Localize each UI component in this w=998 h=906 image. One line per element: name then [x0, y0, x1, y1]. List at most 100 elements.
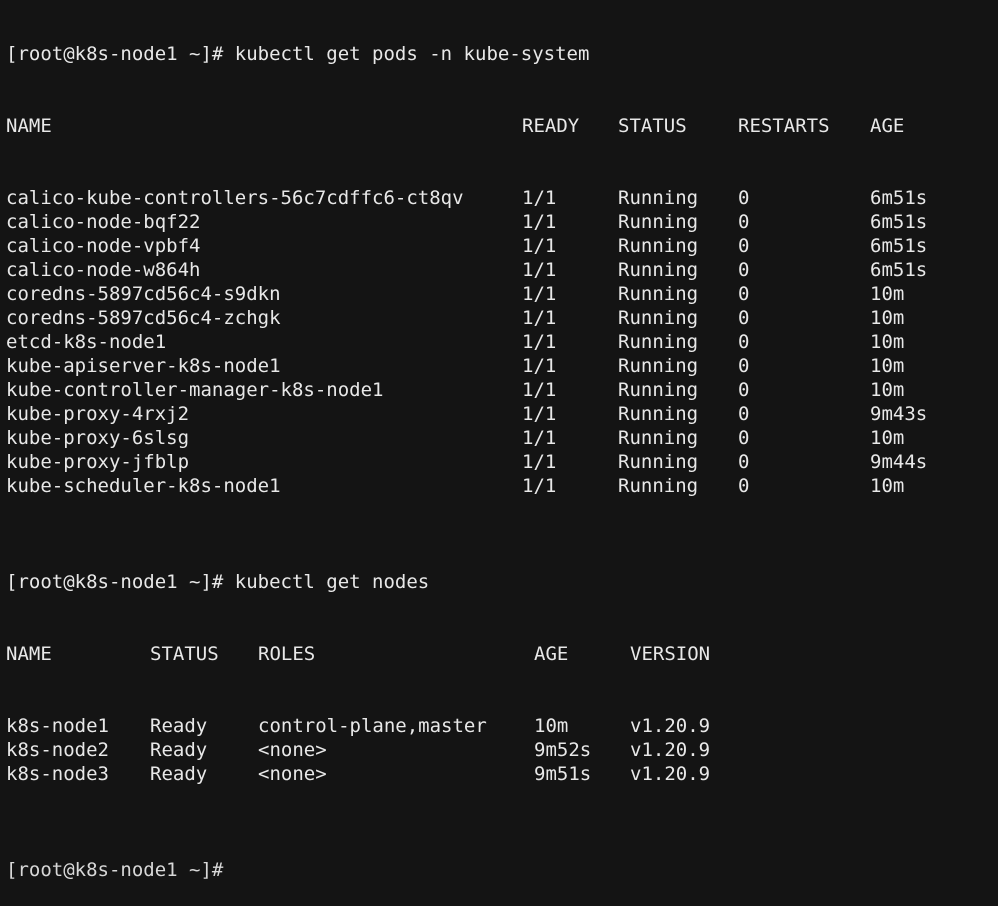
- col-header-name: NAME: [6, 115, 52, 137]
- pod-name: kube-proxy-4rxj2: [6, 403, 190, 425]
- pod-row: kube-proxy-6slsg 1/1 Running 0 10m: [6, 426, 996, 450]
- terminal[interactable]: [root@k8s-node1 ~]# kubectl get pods -n …: [6, 0, 996, 906]
- pod-name: etcd-k8s-node1: [6, 331, 167, 353]
- command-line-last: [root@k8s-node1 ~]#: [6, 858, 996, 882]
- pod-age: 9m44s: [870, 451, 928, 473]
- pod-restarts: 0: [738, 331, 750, 353]
- pod-ready: 1/1: [522, 379, 557, 401]
- pod-row: kube-proxy-4rxj2 1/1 Running 0 9m43s: [6, 402, 996, 426]
- pods-header-row: NAME READY STATUS RESTARTS AGE: [6, 114, 996, 138]
- pod-restarts: 0: [738, 211, 750, 233]
- pod-name: kube-controller-manager-k8s-node1: [6, 379, 384, 401]
- pod-status: Running: [618, 331, 699, 353]
- nodes-header-row: NAME STATUS ROLES AGE VERSION: [6, 642, 996, 666]
- pod-age: 10m: [870, 331, 905, 353]
- node-status: Ready: [150, 715, 208, 737]
- node-row: k8s-node2 Ready <none> 9m52s v1.20.9: [6, 738, 996, 762]
- pod-row: calico-node-bqf22 1/1 Running 0 6m51s: [6, 210, 996, 234]
- pod-restarts: 0: [738, 235, 750, 257]
- pod-row: calico-kube-controllers-56c7cdffc6-ct8qv…: [6, 186, 996, 210]
- pod-restarts: 0: [738, 355, 750, 377]
- pod-row: kube-scheduler-k8s-node1 1/1 Running 0 10m: [6, 474, 996, 498]
- pod-status: Running: [618, 427, 699, 449]
- pod-age: 6m51s: [870, 211, 928, 233]
- pod-row: calico-node-vpbf4 1/1 Running 0 6m51s: [6, 234, 996, 258]
- node-age: 9m52s: [534, 739, 592, 761]
- command-text: kubectl get nodes: [223, 571, 430, 593]
- pod-age: 6m51s: [870, 235, 928, 257]
- pod-age: 10m: [870, 355, 905, 377]
- node-status: Ready: [150, 763, 208, 785]
- pod-status: Running: [618, 379, 699, 401]
- pod-ready: 1/1: [522, 427, 557, 449]
- pod-ready: 1/1: [522, 475, 557, 497]
- pod-restarts: 0: [738, 451, 750, 473]
- col-header-status: STATUS: [150, 643, 219, 665]
- pod-row: kube-controller-manager-k8s-node1 1/1 Runn…: [6, 378, 996, 402]
- pod-age: 6m51s: [870, 259, 928, 281]
- pod-status: Running: [618, 475, 699, 497]
- shell-prompt: [root@k8s-node1 ~]#: [6, 859, 224, 881]
- pod-row: coredns-5897cd56c4-s9dkn 1/1 Running 0 10m: [6, 282, 996, 306]
- pod-restarts: 0: [738, 259, 750, 281]
- shell-prompt: [root@k8s-node1 ~]#: [6, 571, 224, 593]
- col-header-ready: READY: [522, 115, 580, 137]
- pod-status: Running: [618, 307, 699, 329]
- pod-ready: 1/1: [522, 283, 557, 305]
- pod-name: kube-apiserver-k8s-node1: [6, 355, 281, 377]
- pod-restarts: 0: [738, 187, 750, 209]
- pod-row: etcd-k8s-node1 1/1 Running 0 10m: [6, 330, 996, 354]
- node-age: 9m51s: [534, 763, 592, 785]
- pod-ready: 1/1: [522, 211, 557, 233]
- node-roles: control-plane,master: [258, 715, 487, 737]
- pod-row: kube-proxy-jfblp 1/1 Running 0 9m44s: [6, 450, 996, 474]
- pod-ready: 1/1: [522, 355, 557, 377]
- node-version: v1.20.9: [630, 739, 711, 761]
- col-header-age: AGE: [534, 643, 569, 665]
- pod-status: Running: [618, 355, 699, 377]
- pod-restarts: 0: [738, 475, 750, 497]
- command-text: kubectl get pods -n kube-system: [223, 43, 590, 65]
- pod-ready: 1/1: [522, 451, 557, 473]
- node-row: k8s-node3 Ready <none> 9m51s v1.20.9: [6, 762, 996, 786]
- pod-row: calico-node-w864h 1/1 Running 0 6m51s: [6, 258, 996, 282]
- node-name: k8s-node2: [6, 739, 109, 761]
- pod-restarts: 0: [738, 307, 750, 329]
- pod-status: Running: [618, 211, 699, 233]
- pod-name: calico-node-bqf22: [6, 211, 201, 233]
- pod-restarts: 0: [738, 427, 750, 449]
- node-roles: <none>: [258, 763, 327, 785]
- node-row: k8s-node1 Ready control-plane,master 10m v1.…: [6, 714, 996, 738]
- pod-name: coredns-5897cd56c4-s9dkn: [6, 283, 281, 305]
- pod-restarts: 0: [738, 379, 750, 401]
- col-header-version: VERSION: [630, 643, 711, 665]
- nodes-table-body: k8s-node1 Ready control-plane,master 10m v1.…: [6, 714, 996, 786]
- pod-name: calico-node-w864h: [6, 259, 201, 281]
- pod-age: 9m43s: [870, 403, 928, 425]
- col-header-age: AGE: [870, 115, 905, 137]
- node-name: k8s-node3: [6, 763, 109, 785]
- node-version: v1.20.9: [630, 715, 711, 737]
- col-header-name: NAME: [6, 643, 52, 665]
- pod-restarts: 0: [738, 403, 750, 425]
- node-name: k8s-node1: [6, 715, 109, 737]
- pod-age: 10m: [870, 427, 905, 449]
- node-version: v1.20.9: [630, 763, 711, 785]
- pod-name: calico-kube-controllers-56c7cdffc6-ct8qv: [6, 187, 464, 209]
- node-age: 10m: [534, 715, 569, 737]
- pod-status: Running: [618, 235, 699, 257]
- pod-age: 10m: [870, 307, 905, 329]
- pod-name: calico-node-vpbf4: [6, 235, 201, 257]
- pod-row: coredns-5897cd56c4-zchgk 1/1 Running 0 10m: [6, 306, 996, 330]
- pod-ready: 1/1: [522, 187, 557, 209]
- pod-age: 10m: [870, 379, 905, 401]
- node-status: Ready: [150, 739, 208, 761]
- pod-name: kube-proxy-jfblp: [6, 451, 190, 473]
- pod-restarts: 0: [738, 283, 750, 305]
- pod-ready: 1/1: [522, 403, 557, 425]
- col-header-status: STATUS: [618, 115, 687, 137]
- pod-status: Running: [618, 451, 699, 473]
- pod-row: kube-apiserver-k8s-node1 1/1 Running 0 10m: [6, 354, 996, 378]
- pod-ready: 1/1: [522, 307, 557, 329]
- pod-age: 6m51s: [870, 187, 928, 209]
